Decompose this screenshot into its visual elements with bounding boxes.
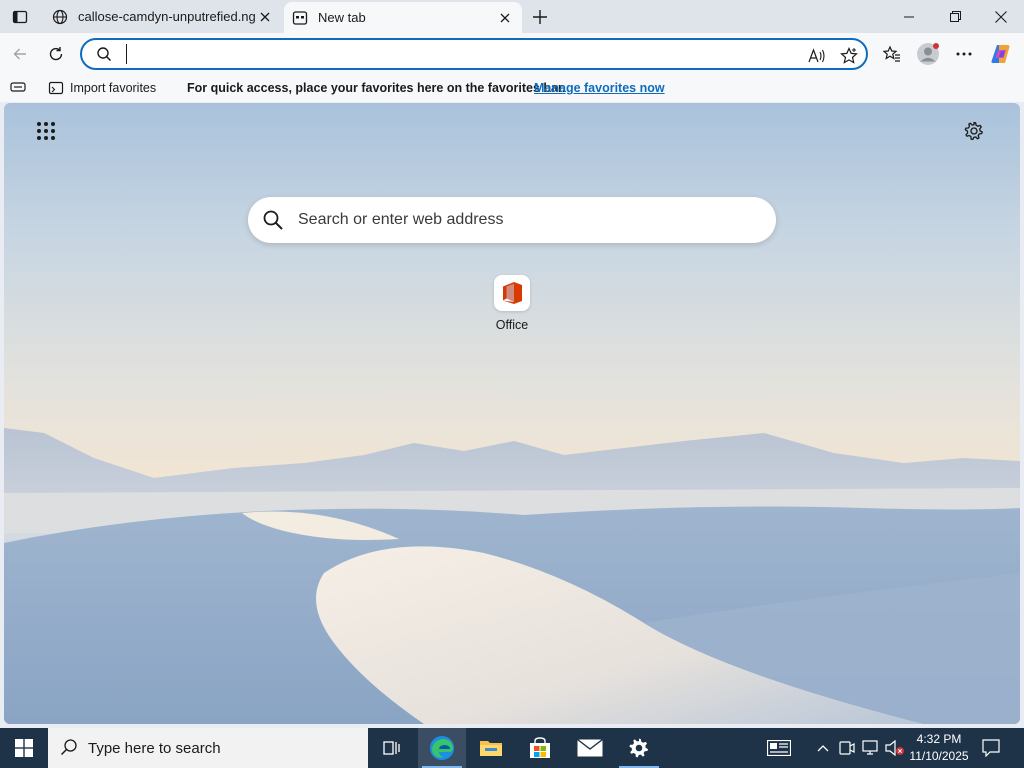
- windows-logo-icon: [15, 739, 33, 757]
- favorites-bar: Import favorites For quick access, place…: [0, 74, 1024, 102]
- file-explorer-icon: [480, 741, 502, 756]
- title-bar: callose-camdyn-unputrefied.ngrok New tab: [0, 0, 1024, 33]
- taskbar-edge[interactable]: [418, 728, 466, 768]
- favorites-bar-message: For quick access, place your favorites h…: [187, 81, 566, 95]
- tray-meet-button[interactable]: [837, 738, 857, 758]
- favorite-star-button[interactable]: [838, 45, 860, 67]
- address-bar[interactable]: [80, 38, 868, 70]
- office-icon: [503, 282, 522, 304]
- restore-button[interactable]: [932, 0, 978, 33]
- web-search-box[interactable]: Search or enter web address: [248, 197, 776, 243]
- web-search-placeholder: Search or enter web address: [298, 211, 504, 228]
- start-button[interactable]: [0, 728, 48, 768]
- plus-icon: [533, 10, 547, 24]
- import-favorites-button[interactable]: Import favorites: [48, 78, 156, 98]
- settings-icon: [629, 738, 649, 758]
- page-settings-button[interactable]: [960, 117, 988, 145]
- clock-date: 11/10/2025: [909, 749, 969, 763]
- favorite-star-icon: [840, 47, 858, 64]
- minimize-icon: [904, 16, 914, 17]
- taskbar-clock[interactable]: 4:32 PM 11/10/2025: [906, 731, 972, 765]
- quick-link-tile[interactable]: [494, 275, 530, 311]
- minimize-button[interactable]: [886, 0, 932, 33]
- tray-volume-button[interactable]: [885, 738, 905, 758]
- taskbar-settings[interactable]: [615, 728, 663, 768]
- news-widget-button[interactable]: [766, 738, 792, 758]
- tab-close-button[interactable]: [256, 8, 274, 26]
- favorites-collection-icon: [883, 45, 900, 62]
- refresh-button[interactable]: [41, 39, 71, 69]
- close-icon: [500, 13, 510, 22]
- network-icon: [862, 740, 878, 755]
- import-favorites-label: Import favorites: [70, 81, 157, 95]
- tab-actions-menu-button[interactable]: [6, 4, 34, 30]
- tab-close-button[interactable]: [496, 9, 514, 27]
- copilot-icon: [991, 45, 1010, 63]
- restore-icon: [949, 11, 961, 22]
- search-icon: [96, 46, 112, 65]
- taskbar-search-placeholder: Type here to search: [88, 739, 221, 757]
- camera-icon: [839, 741, 855, 755]
- more-menu-icon: [956, 52, 972, 56]
- notification-icon: [982, 739, 1000, 757]
- quick-link-office[interactable]: Office: [482, 275, 542, 332]
- search-icon: [60, 738, 78, 759]
- search-icon: [262, 209, 284, 234]
- taskbar-mail[interactable]: [566, 728, 614, 768]
- read-aloud-button[interactable]: [806, 45, 828, 67]
- close-window-button[interactable]: [978, 0, 1024, 33]
- favorites-button[interactable]: [877, 39, 907, 69]
- apps-grid-icon: [37, 122, 55, 140]
- back-button[interactable]: [5, 39, 35, 69]
- profile-button[interactable]: [913, 39, 943, 69]
- apps-launcher-button[interactable]: [32, 117, 60, 145]
- close-icon: [995, 10, 1007, 23]
- profile-avatar-icon: [917, 43, 939, 65]
- address-input[interactable]: [126, 44, 786, 64]
- task-view-button[interactable]: [368, 728, 416, 768]
- task-view-icon: [383, 741, 400, 755]
- new-tab-button[interactable]: [526, 4, 554, 30]
- settings-and-more-button[interactable]: [949, 39, 979, 69]
- refresh-icon: [49, 47, 63, 61]
- chevron-up-icon: [817, 745, 829, 752]
- tab-title: New tab: [318, 10, 366, 25]
- back-icon: [13, 48, 26, 60]
- show-hidden-icons-button[interactable]: [813, 738, 833, 758]
- close-icon: [260, 12, 270, 21]
- gear-icon: [964, 121, 983, 141]
- navigation-toolbar: [0, 33, 1024, 74]
- manage-favorites-link[interactable]: Manage favorites now: [534, 81, 665, 95]
- new-tab-page-icon: [292, 10, 308, 26]
- taskbar-file-explorer[interactable]: [467, 728, 515, 768]
- quick-link-label: Office: [495, 318, 529, 332]
- favorites-bar-menu-icon[interactable]: [10, 80, 26, 97]
- volume-muted-icon: [885, 740, 904, 756]
- tab-new-tab[interactable]: New tab: [284, 2, 522, 33]
- edge-icon: [430, 736, 454, 760]
- taskbar-search-box[interactable]: Type here to search: [48, 728, 368, 768]
- clock-time: 4:32 PM: [916, 732, 962, 746]
- new-tab-page: Search or enter web address Office: [4, 103, 1020, 724]
- tab-actions-icon: [12, 10, 28, 24]
- store-icon: [530, 737, 550, 758]
- taskbar: Type here to search 4:32 PM 11/10/2025: [0, 728, 1024, 768]
- import-favorites-icon: [48, 81, 64, 95]
- mail-icon: [577, 739, 603, 757]
- read-aloud-icon: [808, 48, 825, 63]
- taskbar-store[interactable]: [516, 728, 564, 768]
- news-icon: [767, 740, 791, 756]
- copilot-button[interactable]: [986, 39, 1016, 69]
- globe-icon: [52, 9, 68, 25]
- tab-ngrok[interactable]: callose-camdyn-unputrefied.ngrok: [44, 0, 282, 33]
- tray-network-button[interactable]: [861, 738, 881, 758]
- notification-center-button[interactable]: [978, 736, 1004, 760]
- tab-title: callose-camdyn-unputrefied.ngrok: [78, 9, 256, 24]
